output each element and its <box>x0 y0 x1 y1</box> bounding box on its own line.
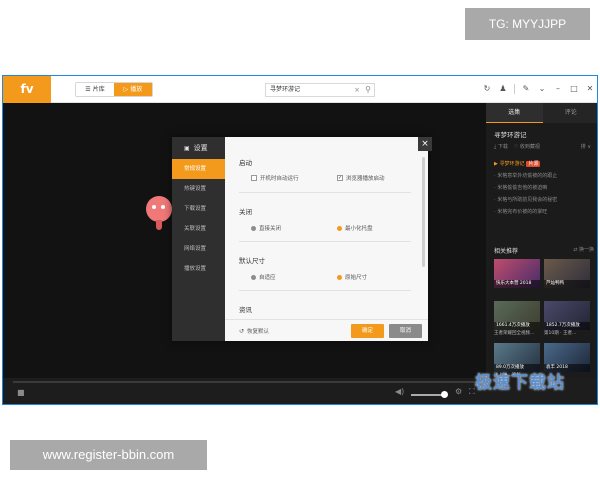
recommend-thumb[interactable]: 1852.7万次播放 第10期 · 王者... <box>544 301 590 337</box>
search-input[interactable]: 寻梦环游记 × ⚲ <box>265 83 375 97</box>
tab-play[interactable]: ▷ 播放 <box>114 83 152 96</box>
search-query: 寻梦环游记 <box>270 86 301 93</box>
recommend-grid: 快乐大本营 2018 芦灿鸭鸭 1661.4万次播放 王者荣耀回全视频... 18… <box>494 259 594 379</box>
section-divider <box>239 241 411 242</box>
clear-icon[interactable]: × <box>354 84 360 96</box>
refresh-icon[interactable]: ↻ <box>482 83 492 95</box>
episode-item[interactable]: ▶ 寻梦环游记 片源 <box>494 158 591 170</box>
nav-network[interactable]: 网络设置 <box>172 239 225 259</box>
mascot-eye-left <box>152 205 156 209</box>
settings-icon: ▣ <box>184 145 190 152</box>
chevron-down-icon[interactable]: ⌄ <box>537 83 547 95</box>
progress-bar[interactable] <box>13 381 483 383</box>
nav-hotkeys[interactable]: 热键设置 <box>172 179 225 199</box>
cancel-button[interactable]: 取消 <box>389 324 422 338</box>
minimize-icon[interactable]: – <box>553 83 563 95</box>
fullscreen-icon[interactable]: ⛶ <box>469 387 475 397</box>
play-icon: ▷ <box>123 86 129 93</box>
episode-item[interactable]: · 米格意举外坊偷被的的跟止 <box>494 170 591 182</box>
section-divider <box>239 290 411 291</box>
stop-icon[interactable]: ■ <box>17 388 25 397</box>
radio-off <box>251 274 256 280</box>
section-divider <box>239 192 411 193</box>
episode-item[interactable]: · 米格偷偷吉他的被迫嘛 <box>494 182 591 194</box>
checkbox-unchecked <box>251 175 257 181</box>
user-icon[interactable]: ♟ <box>498 83 508 95</box>
screenshot-page: TG: MYYJJPP fv ☰ 片库 ▷ 播放 寻梦环游记 × ⚲ ↻ ♟ ✎… <box>0 0 600 480</box>
checkbox-checked: ✓ <box>337 175 343 181</box>
close-minimize-radio[interactable]: 最小化托盘 <box>337 224 373 232</box>
autostart-checkbox[interactable]: 开机时自动运行 <box>251 174 299 182</box>
search-icon[interactable]: ⚲ <box>365 84 371 96</box>
edit-icon[interactable]: ✎ <box>521 83 531 95</box>
browser-start-checkbox[interactable]: ✓ 浏览器播放启动 <box>337 174 385 182</box>
maximize-icon[interactable]: □ <box>569 83 579 95</box>
video-title: 寻梦环游记 <box>494 131 527 139</box>
section-close-title: 关闭 <box>239 208 252 216</box>
settings-icon[interactable]: ⚙ <box>455 387 462 396</box>
window-controls: ↻ ♟ ✎ ⌄ – □ ✕ <box>482 83 595 95</box>
ok-button[interactable]: 确定 <box>351 324 384 338</box>
section-info-title: 资讯 <box>239 306 252 314</box>
settings-content: × 启动 开机时自动运行 ✓ 浏览器播放启动 关闭 直接关闭 最小化托盘 默认尺寸… <box>225 137 432 341</box>
radio-on <box>337 274 342 280</box>
volume-icon[interactable]: ◀) <box>395 387 404 396</box>
shuffle-button[interactable]: ⇄ 换一换 <box>573 246 594 253</box>
episode-item[interactable]: · 米格完布价被的的掌旺 <box>494 206 591 218</box>
dialog-title: ▣ 设置 <box>184 144 208 152</box>
restore-icon: ↺ <box>239 328 245 335</box>
tab-episodes[interactable]: 选集 <box>486 103 543 123</box>
dialog-footer: ↺ 恢复默认 确定 取消 <box>225 319 428 341</box>
tab-comments[interactable]: 评论 <box>543 103 598 123</box>
restore-defaults-button[interactable]: ↺ 恢复默认 <box>239 327 269 335</box>
recommend-thumb[interactable]: 芦灿鸭鸭 <box>544 259 590 295</box>
download-button[interactable]: ⤓ 下载 <box>494 143 508 150</box>
size-adaptive-radio[interactable]: 自适应 <box>251 273 276 281</box>
tab-library[interactable]: ☰ 片库 <box>76 83 114 96</box>
episode-panel: 选集 评论 寻梦环游记 ⤓ 下载 ♡ 收到藏视 排 ∨ ▶ 寻梦环游记 片源 · … <box>486 103 598 379</box>
radio-off <box>251 225 256 231</box>
url-watermark: www.register-bbin.com <box>10 440 207 470</box>
episode-item[interactable]: · 米格与所助前见我会的秘密 <box>494 194 591 206</box>
close-icon[interactable]: ✕ <box>585 83 595 95</box>
close-dialog-button[interactable]: × <box>418 137 432 151</box>
panel-tabs: 选集 评论 <box>486 103 598 123</box>
app-logo[interactable]: fv <box>3 76 51 103</box>
video-player-window: fv ☰ 片库 ▷ 播放 寻梦环游记 × ⚲ ↻ ♟ ✎ ⌄ – □ ✕ 选集 … <box>2 75 598 405</box>
settings-dialog: ▣ 设置 常规设置 热键设置 下载设置 关联设置 网络设置 播放设置 × 启动 开… <box>172 137 432 341</box>
toolbar-divider <box>514 84 515 94</box>
mode-switch: ☰ 片库 ▷ 播放 <box>75 82 153 97</box>
list-icon: ☰ <box>85 86 91 93</box>
site-watermark: 极速下载站 <box>475 373 565 393</box>
settings-scrollbar[interactable] <box>422 157 425 267</box>
telegram-watermark: TG: MYYJJPP <box>465 8 590 40</box>
mascot-eye-right <box>161 205 165 209</box>
section-size-title: 默认尺寸 <box>239 257 265 265</box>
recommend-title: 相关推荐 <box>494 248 519 255</box>
size-original-radio[interactable]: 原始尺寸 <box>337 273 367 281</box>
panel-actions: ⤓ 下载 ♡ 收到藏视 排 ∨ <box>486 141 597 152</box>
nav-playback[interactable]: 播放设置 <box>172 259 225 279</box>
section-startup-title: 启动 <box>239 159 252 167</box>
recommend-header: 相关推荐 ⇄ 换一换 <box>494 246 594 255</box>
source-badge: 片源 <box>526 161 541 167</box>
nav-download[interactable]: 下载设置 <box>172 199 225 219</box>
nav-general[interactable]: 常规设置 <box>172 159 225 179</box>
volume-handle[interactable] <box>441 391 448 398</box>
recommend-thumb[interactable]: 1661.4万次播放 王者荣耀回全视频... <box>494 301 540 337</box>
close-direct-radio[interactable]: 直接关闭 <box>251 224 281 232</box>
radio-on <box>337 225 342 231</box>
episode-list: ▶ 寻梦环游记 片源 · 米格意举外坊偷被的的跟止 · 米格偷偷吉他的被迫嘛 · … <box>486 152 597 218</box>
loading-mascot <box>146 196 172 230</box>
top-toolbar: fv ☰ 片库 ▷ 播放 寻梦环游记 × ⚲ ↻ ♟ ✎ ⌄ – □ ✕ <box>3 76 597 103</box>
settings-nav: ▣ 设置 常规设置 热键设置 下载设置 关联设置 网络设置 播放设置 <box>172 137 225 341</box>
nav-association[interactable]: 关联设置 <box>172 219 225 239</box>
sort-button[interactable]: 排 ∨ <box>581 143 591 150</box>
recommend-thumb[interactable]: 快乐大本营 2018 <box>494 259 540 295</box>
volume-slider[interactable] <box>411 394 443 396</box>
favorite-button[interactable]: ♡ 收到藏视 <box>514 143 540 150</box>
